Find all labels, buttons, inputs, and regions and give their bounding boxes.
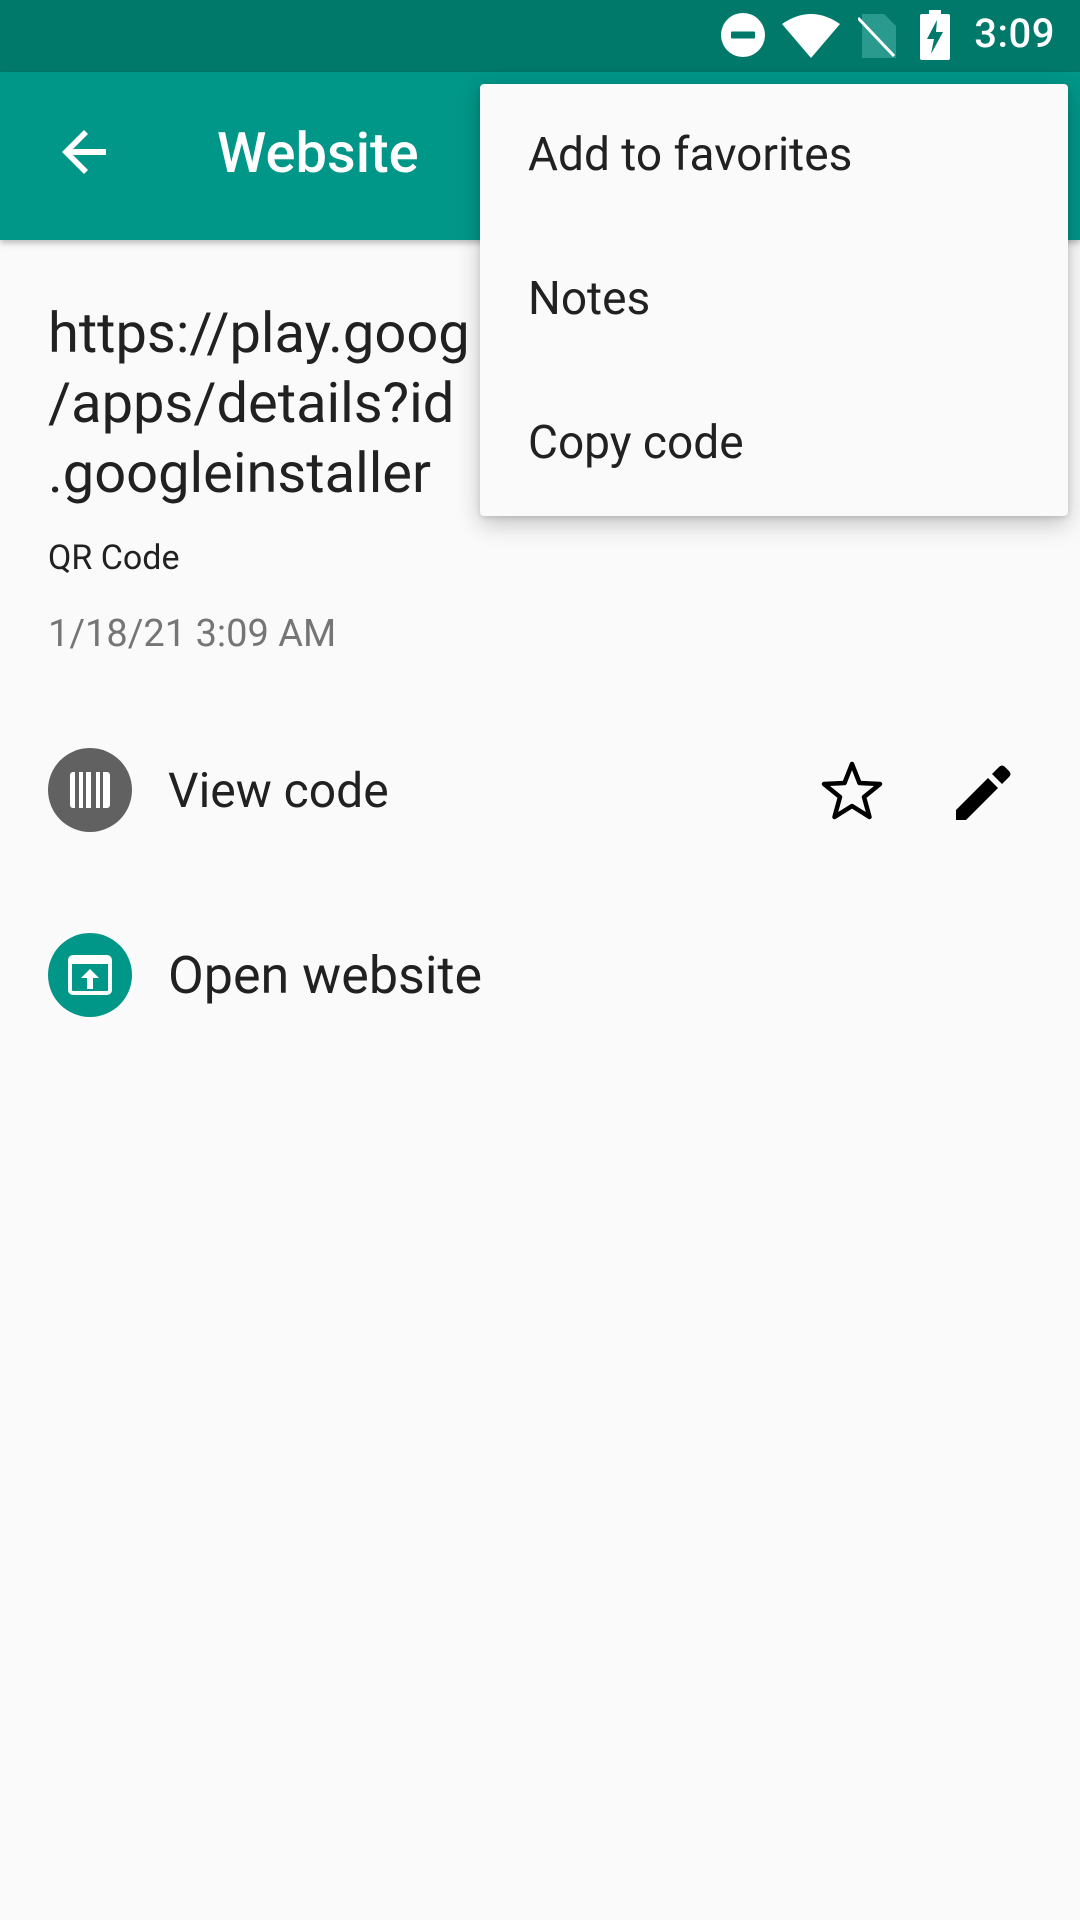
no-sim-icon [858,14,896,58]
open-in-browser-icon [48,933,132,1017]
open-website-row[interactable]: Open website [0,925,1080,1025]
star-outline-icon[interactable] [818,758,886,826]
wifi-icon [782,14,840,58]
menu-item-copy-code[interactable]: Copy code [480,372,1068,516]
menu-item-label: Copy code [528,416,744,470]
menu-item-add-to-favorites[interactable]: Add to favorites [480,84,1068,228]
view-code-label: View code [168,762,389,819]
menu-item-notes[interactable]: Notes [480,228,1068,372]
status-bar: 3:09 [0,0,1080,72]
battery-charging-icon [920,10,950,60]
pencil-edit-icon[interactable] [948,758,1016,826]
open-website-label: Open website [168,945,483,1006]
overflow-menu: Add to favorites Notes Copy code [480,84,1068,516]
menu-item-label: Add to favorites [528,128,853,182]
code-type-label: QR Code [48,538,180,578]
back-arrow-icon[interactable] [56,122,116,182]
view-code-row[interactable]: View code [0,740,1080,840]
status-time: 3:09 [974,10,1055,57]
barcode-icon [48,748,132,832]
code-date: 1/18/21 3:09 AM [48,612,337,656]
menu-item-label: Notes [528,272,651,326]
page-title: Website [217,120,419,186]
do-not-disturb-icon [721,13,765,57]
